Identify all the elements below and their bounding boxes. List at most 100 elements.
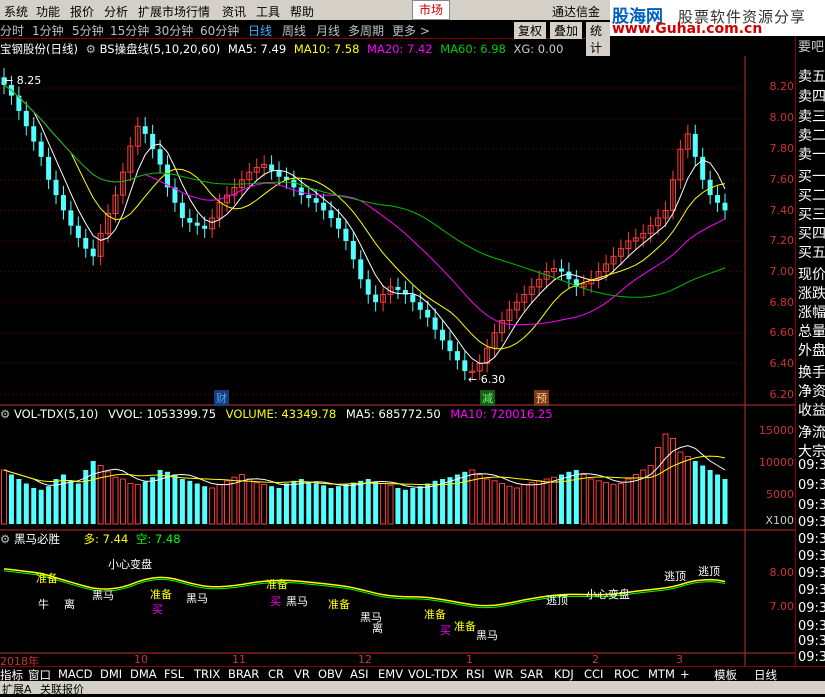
menu-item-quote[interactable]: 报价 [70,3,94,20]
volume-bar [595,480,602,525]
menu-item-news[interactable]: 资讯 [222,3,246,20]
status-bar: 扩展A 关联报价 [0,681,825,697]
volume-bar [1,469,7,525]
volume-value: VOLUME: 43349.78 [225,407,337,421]
tab-vr[interactable]: VR [294,667,310,681]
signal-label: 买 [440,624,451,637]
tab-fsl[interactable]: FSL [164,667,184,681]
market-button[interactable]: 市场 [412,0,451,20]
tab-add[interactable]: + [680,667,690,681]
settings-icon[interactable]: ⚙ [0,532,10,546]
tab-dma[interactable]: DMA [130,667,157,681]
ma5-line [3,84,726,364]
candle [358,259,364,280]
volume-bar [142,481,148,524]
quote-row: 收益 [798,403,825,419]
stats-button[interactable]: 统计 [586,22,610,56]
volume-bar [603,482,610,525]
signal-indicator-name[interactable]: 黑马必胜 [14,532,60,546]
status-extended[interactable]: 扩展A [2,681,32,697]
period-multi[interactable]: 多周期 [348,22,384,39]
tab-cci[interactable]: CCI [584,667,603,681]
price-tick: 8.00 [769,111,795,124]
tab-sar[interactable]: SAR [520,667,543,681]
tab-vol-tdx[interactable]: VOL-TDX [408,667,458,681]
period-15min[interactable]: 15分钟 [110,22,149,39]
quote-row: 换手 [798,365,825,381]
volume-bar [536,480,543,525]
menu-item-help[interactable]: 帮助 [290,3,314,20]
volume-bar [417,486,423,524]
volume-bars [1,433,728,525]
tab-kdj[interactable]: KDJ [554,667,574,681]
volume-bar [684,456,691,525]
tab-macd[interactable]: MACD [58,667,92,681]
menu-item-tools[interactable]: 工具 [256,3,280,20]
tab-asi[interactable]: ASI [350,667,369,681]
price-axis: 8.20 8.00 7.80 7.60 7.40 7.20 7.00 6.80 … [748,56,795,401]
menu-item-system[interactable]: 系统 [4,3,28,20]
price-tick: 6.20 [769,388,795,401]
volume-bar [395,488,401,524]
tab-roc[interactable]: ROC [614,667,639,681]
candle [194,222,200,226]
volume-bar [655,447,662,525]
ma20-value: MA20: 7.42 [367,42,433,56]
price-tick: 7.80 [769,142,795,155]
period-daily[interactable]: 日线 [248,22,272,39]
volume-bar [8,474,14,524]
candle [83,237,89,249]
date-tick: 11 [232,653,246,666]
volume-bar [625,478,632,525]
signal-label: 逃顶 [546,594,568,607]
candle [23,110,29,127]
signal-label: 黑马 [286,595,308,608]
menu-item-function[interactable]: 功能 [36,3,60,20]
signal-label: 买 [270,595,281,608]
settings-icon[interactable]: ⚙ [0,407,10,421]
event-reduce[interactable]: 减 [480,390,495,406]
signal-label: 准备 [424,608,446,621]
volume-bar [491,480,498,525]
adjust-button[interactable]: 复权 [514,22,547,39]
tick-time: 09:35 [798,478,825,493]
event-finance[interactable]: 财 [214,390,229,406]
tab-dmi[interactable]: DMI [100,667,122,681]
brand-url: www.Guhai.com.cn [612,21,763,37]
tab-wr[interactable]: WR [494,667,513,681]
overlay-button[interactable]: 叠加 [550,22,583,39]
period-tick[interactable]: 分时 [0,22,24,39]
period-monthly[interactable]: 月线 [316,22,340,39]
period-5min[interactable]: 5分钟 [72,22,104,39]
volume-bar [202,486,208,524]
period-30min[interactable]: 30分钟 [154,22,193,39]
signal-label: 准备 [266,578,288,591]
period-1min[interactable]: 1分钟 [32,22,64,39]
period-60min[interactable]: 60分钟 [200,22,239,39]
tab-emv[interactable]: EMV [378,667,403,681]
tab-trix[interactable]: TRIX [194,667,220,681]
menu-item-analysis[interactable]: 分析 [104,3,128,20]
tick-time: 09:30 [798,583,825,598]
tab-brar[interactable]: BRAR [228,667,259,681]
price-tick: 6.40 [769,357,795,370]
tab-cr[interactable]: CR [268,667,284,681]
price-tick: 6.60 [769,326,795,339]
menu-item-extended-market[interactable]: 扩展市场行情 [138,3,210,20]
volume-bar [410,488,416,524]
period-weekly[interactable]: 周线 [282,22,306,39]
tab-mtm[interactable]: MTM [648,667,675,681]
signal-label: 离 [372,622,383,635]
settings-icon[interactable]: ⚙ [86,42,96,56]
indicator-name[interactable]: BS操盘线(5,10,20,60) [100,42,221,56]
volume-indicator-name[interactable]: VOL-TDX(5,10) [14,407,98,421]
period-more[interactable]: 更多 > [392,22,430,39]
candle [395,286,401,290]
status-related-quote[interactable]: 关联报价 [40,681,84,697]
price-tick: 7.40 [769,204,795,217]
quote-row: 净流 [798,425,825,441]
tab-obv[interactable]: OBV [318,667,342,681]
tab-rsi[interactable]: RSI [466,667,485,681]
candle [321,202,327,211]
event-forecast[interactable]: 预 [534,390,549,406]
